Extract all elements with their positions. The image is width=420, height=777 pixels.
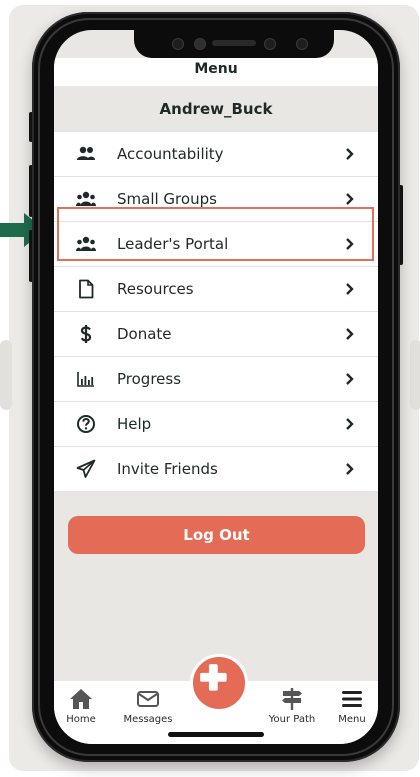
home-indicator <box>168 732 264 737</box>
tab-home[interactable]: Home <box>54 681 108 729</box>
notch <box>134 30 334 58</box>
sensor-dot <box>172 38 184 50</box>
chevron-right-icon <box>346 193 354 205</box>
chevron-right-icon <box>346 463 354 475</box>
chevron-right-icon <box>346 418 354 430</box>
plus-icon <box>200 664 227 691</box>
menu-item-progress[interactable]: Progress <box>54 357 378 402</box>
left-decoration <box>0 340 12 410</box>
add-button[interactable] <box>190 654 248 712</box>
hamburger-icon <box>342 691 362 707</box>
menu-item-invite-friends[interactable]: Invite Friends <box>54 447 378 492</box>
tab-label: Home <box>66 714 96 725</box>
chevron-right-icon <box>346 148 354 160</box>
chevron-right-icon <box>346 283 354 295</box>
dollar-icon <box>80 325 92 343</box>
front-camera <box>296 38 308 50</box>
camera-lens <box>194 38 206 50</box>
menu-item-resources[interactable]: Resources <box>54 267 378 312</box>
menu-list: Accountability Small Groups Leader's Por… <box>54 132 378 492</box>
page-title: Menu <box>54 58 378 86</box>
menu-item-donate[interactable]: Donate <box>54 312 378 357</box>
question-circle-icon <box>77 415 95 433</box>
menu-item-label: Resources <box>117 280 194 298</box>
home-icon <box>70 689 92 709</box>
menu-item-accountability[interactable]: Accountability <box>54 132 378 177</box>
tab-your-path[interactable]: Your Path <box>260 681 324 729</box>
menu-item-label: Progress <box>117 370 182 388</box>
signpost-icon <box>282 688 302 710</box>
group-icon <box>76 191 96 206</box>
speaker-grille <box>212 40 256 46</box>
envelope-icon <box>137 691 159 707</box>
menu-item-help[interactable]: Help <box>54 402 378 447</box>
paper-plane-icon <box>76 459 96 478</box>
tab-messages[interactable]: Messages <box>110 681 186 729</box>
proximity-sensor <box>264 38 276 50</box>
logout-button[interactable]: Log Out <box>68 516 365 554</box>
right-decoration <box>410 340 420 410</box>
highlight-box <box>57 207 374 261</box>
chevron-right-icon <box>346 328 354 340</box>
menu-item-label: Small Groups <box>117 190 217 208</box>
phone-frame: Menu Andrew_Buck Accountability Small Gr… <box>32 12 400 762</box>
tab-label: Your Path <box>268 714 316 725</box>
menu-item-label: Invite Friends <box>117 460 218 478</box>
users-icon <box>77 146 95 160</box>
tab-label: Messages <box>123 714 173 725</box>
username-label: Andrew_Buck <box>54 86 378 132</box>
file-icon <box>79 279 94 299</box>
tab-menu[interactable]: Menu <box>326 681 378 729</box>
menu-item-label: Accountability <box>117 145 224 163</box>
bar-chart-icon <box>77 372 94 387</box>
tab-label: Menu <box>338 714 366 725</box>
phone-screen: Menu Andrew_Buck Accountability Small Gr… <box>54 30 378 744</box>
menu-item-label: Help <box>117 415 152 433</box>
chevron-right-icon <box>346 373 354 385</box>
menu-item-label: Donate <box>117 325 172 343</box>
